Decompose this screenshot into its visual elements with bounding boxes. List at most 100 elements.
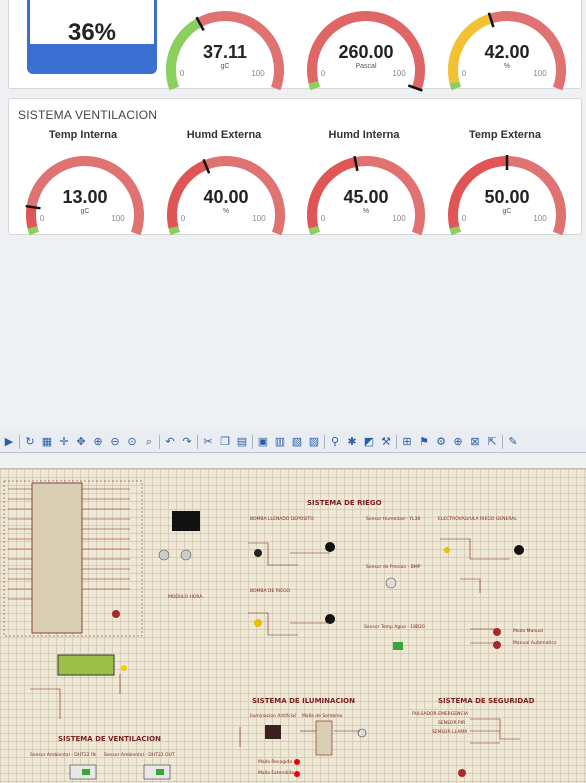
toolbar-separator [19,434,20,449]
gauge-max: 100 [252,214,266,223]
gauge-unit: % [504,63,510,70]
gauge-value: 50.00 [484,187,529,207]
temp-interna-gauge: 13.00 gC 0 100 [20,155,150,236]
humd-externa-gauge: 40.00% 0 100 [161,155,291,236]
sensor-ambiental-in-label: Sensor Ambiental - DHT22 IN [30,753,96,758]
block-delete-icon[interactable]: ▨ [307,435,321,449]
copy-icon[interactable]: ❐ [218,435,232,449]
gauge-unit: gC [81,208,90,215]
gauge-label: Humd Interna [328,129,400,141]
gauge-low-band [308,81,320,91]
gauge-value: 42.00 [484,42,529,62]
tank-level-value: 36% [67,19,117,46]
electrovalvula-label: ELECTROVALVULA RIEGO GENERAL [438,517,517,522]
new-sheet-icon[interactable]: ⊕ [451,435,465,449]
sensor-ambiental-out-label: Sensor Ambiental - DHT22 OUT [104,753,175,758]
gauge-svg: 42.00% 0 100 [448,11,566,91]
gauge-svg: 37.11gC 0 100 [166,11,284,91]
block-move-icon[interactable]: ▥ [273,435,287,449]
manual-automatico-label: Manual Automatico [513,641,557,646]
riego-title: SISTEMA DE RIEGO [307,499,382,507]
gauge-label: Humd Externa [186,129,262,141]
paste-icon[interactable]: ▤ [235,435,249,449]
block-copy-icon[interactable]: ▣ [256,435,270,449]
modo-manual-label: Modo Manual [513,629,544,634]
pan-icon[interactable]: ✥ [74,435,88,449]
sensor-presion-label: Sensor de Presion - BMP [366,565,421,570]
zoom-out-icon[interactable]: ⊖ [108,435,122,449]
ventilacion-title: SISTEMA DE VENTILACION [58,735,161,743]
gauge-unit: Pascal [355,63,376,70]
gauge-min: 0 [462,214,467,223]
toolbar-separator [396,434,397,449]
zoom-in-icon[interactable]: ⊕ [91,435,105,449]
gauge-label: Temp Interna [48,129,118,141]
cut-icon[interactable]: ✂ [201,435,215,449]
gauge-svg: 13.00gC 0 100 [25,156,144,236]
gauge-low-band [168,226,180,236]
gauge-low-band [167,81,179,91]
play-icon[interactable]: ▶ [2,435,16,449]
sensor-pir-label: SENSOR PIR [438,721,466,726]
pick-device-icon[interactable]: ⚲ [328,435,342,449]
redo-icon[interactable]: ↷ [180,435,194,449]
zoom-all-icon[interactable]: ⊙ [125,435,139,449]
pressure-gauge: 260.00 Pascal 0 100 [301,10,431,92]
seguridad-title: SISTEMA DE SEGURIDAD [438,697,535,705]
grid-icon[interactable]: ▦ [40,435,54,449]
make-device-icon[interactable]: ✱ [345,435,359,449]
gauge-value: 37.11 [203,42,247,62]
sensor-humedad-label: Sensor Humedad - YL38 [366,517,421,522]
iluminacion-title: SISTEMA DE ILUMINACION [252,697,355,705]
gauge-svg: 40.00% 0 100 [167,156,285,236]
gauge-svg: 45.00% 0 100 [307,155,425,236]
search-tag-icon[interactable]: ⚑ [417,435,431,449]
gauge-value: 13.00 [62,187,107,207]
toolbar-separator [502,434,503,449]
zoom-area-icon[interactable]: ⌕ [142,435,156,449]
gauge-max: 100 [392,69,406,78]
undo-icon[interactable]: ↶ [163,435,177,449]
toolbar-separator [324,434,325,449]
exit-sheet-icon[interactable]: ⇱ [485,435,499,449]
design-explorer-icon[interactable]: ✎ [506,435,520,449]
bomba-llenado-label: BOMBA LLENADO DEPOSITO [250,517,314,522]
gauge-min: 0 [180,69,185,78]
schematic-toolbar: ▶ ↻ ▦ ✛ ✥ ⊕ ⊖ ⊙ ⌕ ↶ ↷ ✂ ❐ ▤ ▣ ▥ ▧ ▨ ⚲ ✱ … [0,431,586,453]
tank-water-fill [30,44,154,71]
gauge-min: 0 [462,69,467,78]
gauge-max: 100 [392,214,406,223]
modulo-hora-label: MODULO HORA [168,595,203,600]
gauge-svg: 260.00Pascal 0 100 [307,11,425,92]
schematic-canvas[interactable]: SISTEMA DE RIEGO SISTEMA DE ILUMINACION … [0,468,586,783]
gauge-min: 0 [321,214,326,223]
gauge-unit: gC [221,63,230,70]
gauge-max: 100 [533,214,547,223]
block-rotate-icon[interactable]: ▧ [290,435,304,449]
property-tool-icon[interactable]: ⚙ [434,435,448,449]
gauge-min: 0 [321,69,326,78]
gauge-max: 100 [533,69,547,78]
gauge-low-band [308,226,320,236]
gauge-value-arc [166,18,202,84]
gauge-value: 40.00 [203,187,248,207]
malla-recogida-label: Malla Recogida [258,760,292,765]
gauge-low-band [27,226,39,236]
remove-sheet-icon[interactable]: ⊠ [468,435,482,449]
gauge-min: 0 [40,214,45,223]
section-title: SISTEMA VENTILACION [18,108,158,122]
wire-autorouter-icon[interactable]: ⊞ [400,435,414,449]
gauge-unit: gC [503,208,512,215]
gauge-low-band [449,81,461,91]
malla-sombreo-label: Malla de Sombreo [302,714,343,719]
iluminacion-artificial-label: Iluminacion Artificial [250,714,296,719]
origin-icon[interactable]: ✛ [57,435,71,449]
refresh-icon[interactable]: ↻ [23,435,37,449]
toolbar-separator [252,434,253,449]
temp-externa-gauge: 50.00 gC 0 100 [442,155,572,236]
decompose-icon[interactable]: ⚒ [379,435,393,449]
toolbar-separator [159,434,160,449]
gauge-min: 0 [181,214,186,223]
package-tool-icon[interactable]: ◩ [362,435,376,449]
toolbar-separator [197,434,198,449]
